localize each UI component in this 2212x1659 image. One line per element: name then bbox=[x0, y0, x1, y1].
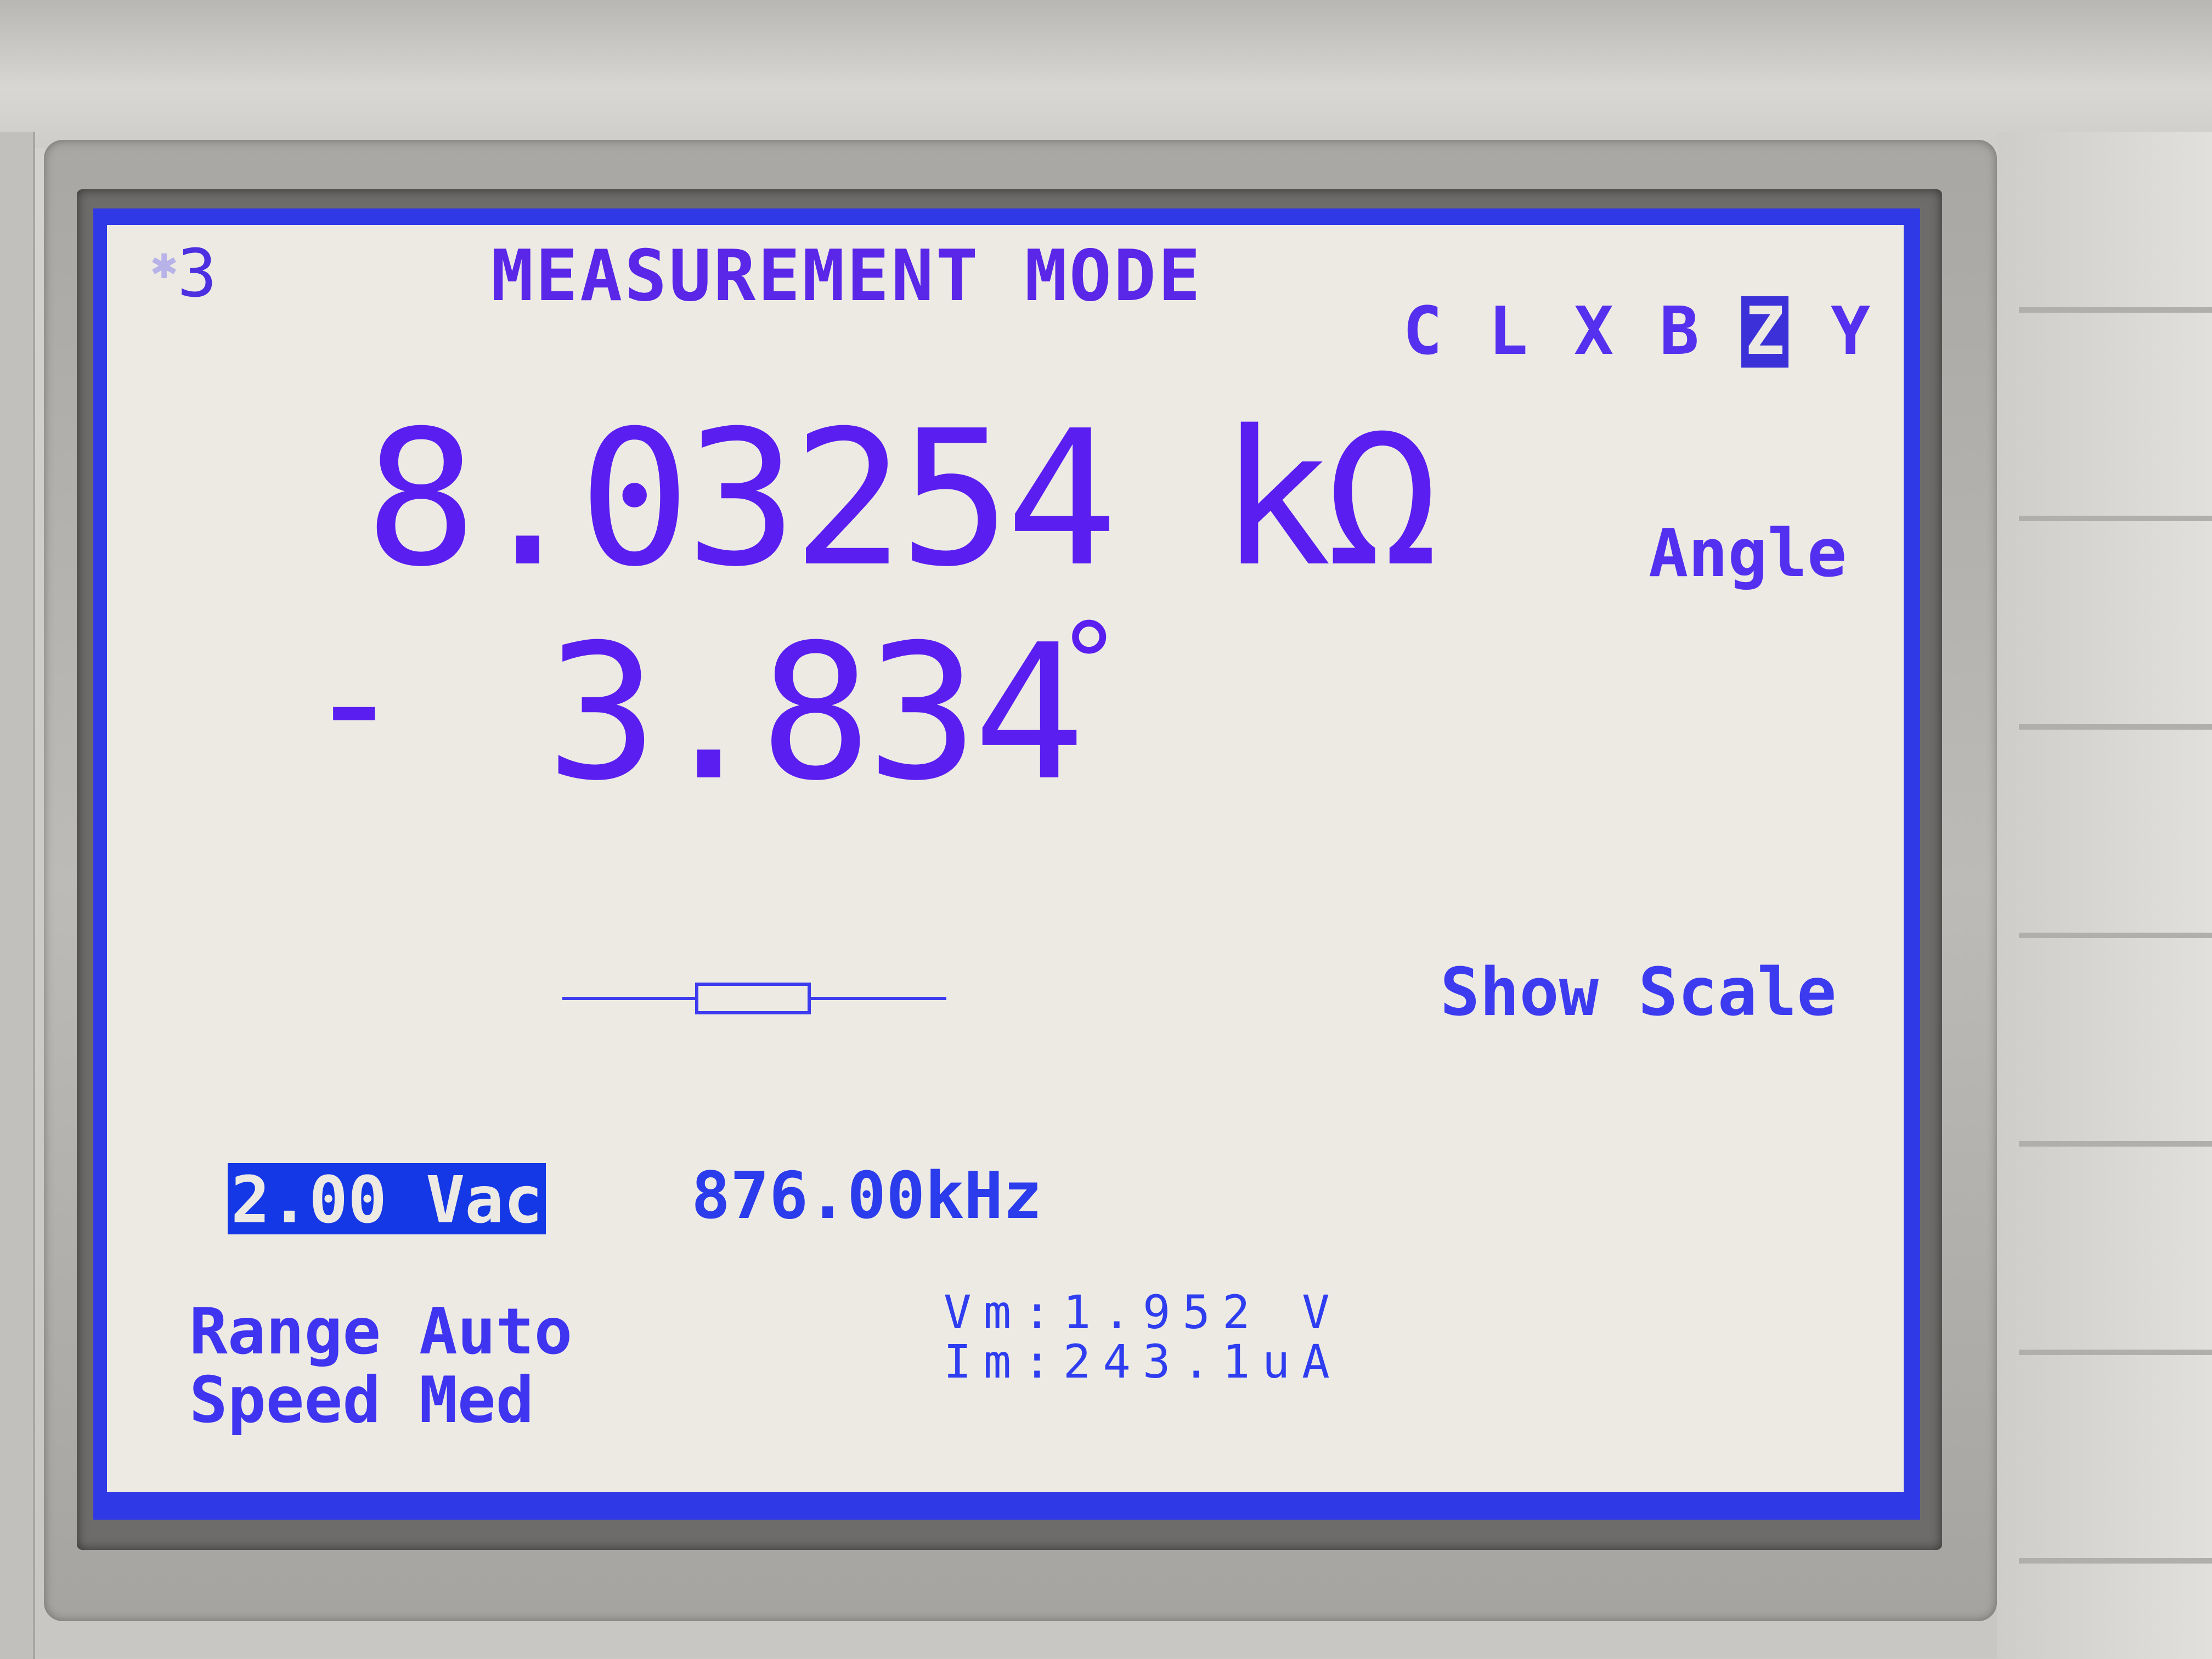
case-rib bbox=[2019, 516, 2212, 521]
page-title: MEASUREMENT MODE bbox=[491, 235, 1203, 317]
case-rib bbox=[2019, 1558, 2212, 1564]
instrument-case-left bbox=[0, 132, 35, 1659]
instrument-case-right bbox=[1997, 132, 2212, 1659]
primary-unit: kΩ bbox=[1219, 391, 1438, 608]
lcd-screen: ✱3 MEASUREMENT MODE C L X B Z Y 8.03254 … bbox=[107, 225, 1904, 1492]
case-rib bbox=[2019, 933, 2212, 938]
primary-reading: 8.03254 kΩ bbox=[365, 406, 1438, 592]
range-setting[interactable]: Range Auto bbox=[189, 1300, 572, 1364]
secondary-sign: - bbox=[304, 606, 404, 798]
frequency-setting[interactable]: 876.00kHz bbox=[691, 1163, 1042, 1228]
param-y[interactable]: Y bbox=[1827, 296, 1874, 368]
page-indicator: ✱3 bbox=[151, 241, 217, 307]
case-rib bbox=[2019, 307, 2212, 313]
angle-softkey[interactable]: Angle bbox=[1649, 521, 1847, 587]
param-l[interactable]: L bbox=[1485, 296, 1532, 368]
secondary-value: 3.834 bbox=[546, 605, 1085, 822]
current-monitor: Im:243.1uA bbox=[944, 1335, 1342, 1389]
param-b[interactable]: B bbox=[1656, 296, 1703, 368]
voltage-setting[interactable]: 2.00 Vac bbox=[228, 1163, 546, 1234]
show-scale-softkey[interactable]: Show Scale bbox=[1440, 960, 1836, 1026]
case-rib bbox=[2019, 724, 2212, 730]
resistor-icon bbox=[562, 983, 946, 1014]
speed-setting[interactable]: Speed Med bbox=[189, 1369, 534, 1432]
page-number: 3 bbox=[177, 236, 217, 312]
page-marker-icon: ✱ bbox=[151, 238, 178, 289]
instrument-case-top bbox=[0, 0, 2212, 148]
parameter-selector[interactable]: C L X B Z Y bbox=[1399, 296, 1904, 373]
case-rib bbox=[2019, 1350, 2212, 1355]
secondary-unit: ° bbox=[1056, 600, 1122, 727]
primary-value: 8.03254 bbox=[365, 391, 1118, 608]
param-z-selected[interactable]: Z bbox=[1741, 296, 1788, 368]
param-c[interactable]: C bbox=[1399, 296, 1446, 368]
voltage-monitor: Vm:1.952 V bbox=[944, 1285, 1342, 1339]
case-rib bbox=[2019, 1141, 2212, 1147]
param-x[interactable]: X bbox=[1570, 296, 1617, 368]
